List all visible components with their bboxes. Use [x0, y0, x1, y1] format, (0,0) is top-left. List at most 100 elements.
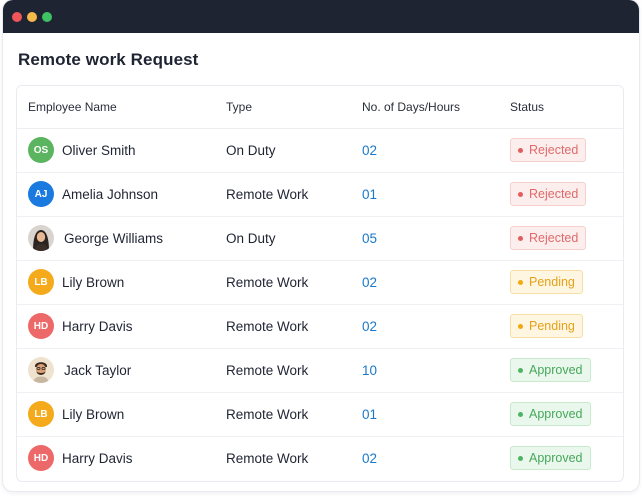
- status-badge: Rejected: [510, 138, 587, 162]
- days-hours-cell: 02: [362, 304, 377, 348]
- table-row[interactable]: HD Harry Davis Remote Work 02 Approved: [17, 436, 623, 480]
- employee-name: Harry Davis: [62, 318, 133, 334]
- avatar: OS: [28, 137, 54, 163]
- days-hours-value: 02: [362, 318, 378, 334]
- request-type: On Duty: [226, 142, 276, 158]
- app-window: Remote work Request Employee Name Type N…: [3, 0, 639, 491]
- minimize-window-button[interactable]: [27, 12, 37, 22]
- table-row[interactable]: George Williams On Duty 05 Rejected: [17, 216, 623, 261]
- table-row[interactable]: LB Lily Brown Remote Work 01 Approved: [17, 392, 623, 437]
- status-cell: Pending: [510, 260, 583, 304]
- request-type-cell: On Duty: [226, 128, 276, 172]
- employee-cell: Jack Taylor: [28, 348, 131, 392]
- status-label: Approved: [529, 407, 583, 421]
- employee-name: George Williams: [64, 230, 164, 246]
- status-cell: Approved: [510, 392, 591, 436]
- column-header-days-hours: No. of Days/Hours: [362, 100, 461, 114]
- status-label: Rejected: [529, 187, 579, 201]
- close-window-button[interactable]: [12, 12, 22, 22]
- request-type: Remote Work: [226, 406, 309, 422]
- column-header-status: Status: [510, 100, 545, 114]
- table-row[interactable]: OS Oliver Smith On Duty 02 Rejected: [17, 128, 623, 173]
- status-label: Approved: [529, 363, 583, 377]
- request-type: Remote Work: [226, 274, 309, 290]
- status-dot-icon: [518, 191, 523, 197]
- employee-cell: OS Oliver Smith: [28, 128, 136, 172]
- request-type: Remote Work: [226, 450, 309, 466]
- requests-table: Employee Name Type No. of Days/Hours Sta…: [16, 85, 624, 482]
- avatar: AJ: [28, 181, 54, 207]
- page-title: Remote work Request: [18, 50, 199, 69]
- employee-name: Harry Davis: [62, 450, 133, 466]
- avatar: HD: [28, 313, 54, 339]
- request-type-cell: Remote Work: [226, 348, 308, 392]
- status-dot-icon: [518, 411, 523, 417]
- table-row[interactable]: HD Harry Davis Remote Work 02 Pending: [17, 304, 623, 349]
- employee-name: Jack Taylor: [64, 362, 132, 378]
- status-badge: Pending: [510, 270, 583, 294]
- column-header-employee-name: Employee Name: [28, 100, 117, 114]
- employee-name: Lily Brown: [62, 406, 125, 422]
- status-dot-icon: [518, 235, 523, 241]
- employee-cell: LB Lily Brown: [28, 392, 124, 436]
- request-type: Remote Work: [226, 362, 309, 378]
- employee-cell: AJ Amelia Johnson: [28, 172, 158, 216]
- request-type-cell: Remote Work: [226, 304, 308, 348]
- employee-name: Lily Brown: [62, 274, 125, 290]
- request-type-cell: Remote Work: [226, 172, 308, 216]
- avatar: HD: [28, 445, 54, 471]
- status-label: Approved: [529, 451, 583, 465]
- status-label: Rejected: [529, 143, 579, 157]
- days-hours-cell: 02: [362, 260, 377, 304]
- employee-name: Amelia Johnson: [62, 186, 159, 202]
- days-hours-cell: 01: [362, 172, 377, 216]
- days-hours-value: 02: [362, 274, 378, 290]
- request-type: Remote Work: [226, 186, 309, 202]
- man-avatar-photo: [28, 357, 54, 383]
- status-label: Rejected: [529, 231, 579, 245]
- status-cell: Rejected: [510, 172, 587, 216]
- employee-cell: LB Lily Brown: [28, 260, 124, 304]
- status-dot-icon: [518, 455, 523, 461]
- request-type-cell: Remote Work: [226, 392, 308, 436]
- status-dot-icon: [518, 147, 523, 153]
- table-header: Employee Name Type No. of Days/Hours Sta…: [17, 86, 623, 129]
- request-type: On Duty: [226, 230, 276, 246]
- status-badge: Pending: [510, 314, 583, 338]
- avatar: LB: [28, 401, 54, 427]
- status-cell: Approved: [510, 436, 591, 480]
- days-hours-value: 02: [362, 142, 378, 158]
- days-hours-cell: 01: [362, 392, 377, 436]
- days-hours-value: 01: [362, 406, 378, 422]
- employee-cell: HD Harry Davis: [28, 436, 133, 480]
- status-dot-icon: [518, 367, 523, 373]
- days-hours-value: 10: [362, 362, 378, 378]
- status-label: Pending: [529, 275, 575, 289]
- table-row[interactable]: Jack Taylor Remote Work 10 Approved: [17, 348, 623, 393]
- status-badge: Rejected: [510, 182, 587, 206]
- status-dot-icon: [518, 279, 523, 285]
- maximize-window-button[interactable]: [42, 12, 52, 22]
- window-titlebar: [3, 0, 639, 33]
- status-cell: Rejected: [510, 128, 587, 172]
- request-type-cell: Remote Work: [226, 260, 308, 304]
- status-dot-icon: [518, 323, 523, 329]
- request-type-cell: Remote Work: [226, 436, 308, 480]
- status-label: Pending: [529, 319, 575, 333]
- days-hours-cell: 02: [362, 128, 377, 172]
- table-row[interactable]: AJ Amelia Johnson Remote Work 01 Rejected: [17, 172, 623, 217]
- days-hours-value: 01: [362, 186, 378, 202]
- days-hours-cell: 05: [362, 216, 377, 260]
- status-badge: Approved: [510, 446, 591, 470]
- status-cell: Rejected: [510, 216, 587, 260]
- status-badge: Rejected: [510, 226, 587, 250]
- column-header-type: Type: [226, 100, 253, 114]
- request-type: Remote Work: [226, 318, 309, 334]
- employee-name: Oliver Smith: [62, 142, 136, 158]
- employee-cell: HD Harry Davis: [28, 304, 133, 348]
- request-type-cell: On Duty: [226, 216, 276, 260]
- employee-cell: George Williams: [28, 216, 163, 260]
- table-row[interactable]: LB Lily Brown Remote Work 02 Pending: [17, 260, 623, 305]
- status-badge: Approved: [510, 358, 591, 382]
- status-badge: Approved: [510, 402, 591, 426]
